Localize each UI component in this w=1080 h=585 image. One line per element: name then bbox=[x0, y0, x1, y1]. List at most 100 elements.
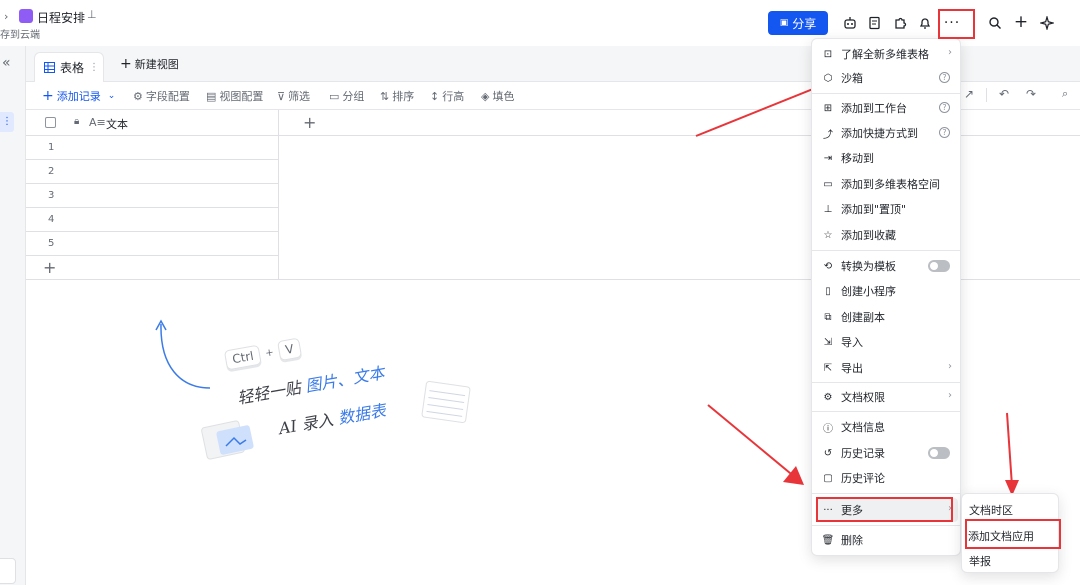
sort-button[interactable]: ⇅ 排序 bbox=[380, 88, 414, 104]
menu-divider bbox=[812, 382, 960, 383]
sort-icon: ⇅ bbox=[380, 89, 390, 103]
chevron-right-icon: › bbox=[948, 47, 952, 58]
plus-sign: + bbox=[264, 346, 275, 360]
menu-divider bbox=[812, 525, 960, 526]
new-view-button[interactable]: + 新建视图 bbox=[120, 56, 179, 72]
sort-label: 排序 bbox=[392, 90, 415, 103]
menu-item-doc-info[interactable]: ⓘ 文档信息 bbox=[816, 415, 958, 439]
bot-icon[interactable] bbox=[839, 12, 861, 34]
field-config-label: 字段配置 bbox=[145, 90, 190, 103]
tab-options-icon[interactable]: ⋮ bbox=[89, 62, 99, 73]
table-row[interactable]: 2 bbox=[26, 160, 278, 184]
save-status: 存到云端 bbox=[0, 30, 40, 41]
menu-item-favorite[interactable]: ☆ 添加到收藏 bbox=[816, 223, 958, 247]
add-column-icon[interactable]: + bbox=[303, 113, 316, 132]
menu-item-history-comments[interactable]: ▢ 历史评论 bbox=[816, 466, 958, 490]
history-icon: ↺ bbox=[823, 447, 833, 459]
row-height-label: 行高 bbox=[442, 90, 465, 103]
menu-item-label: 历史记录 bbox=[841, 447, 885, 460]
collapse-icon[interactable]: « bbox=[2, 55, 11, 71]
filter-button[interactable]: ⊽ 筛选 bbox=[277, 88, 310, 104]
row-height-icon: ↕ bbox=[430, 89, 440, 103]
share-label: 分享 bbox=[792, 16, 817, 31]
add-icon[interactable]: + bbox=[1010, 11, 1032, 33]
paste-shortcut-hint: Ctrl + V bbox=[223, 337, 303, 371]
share-view-icon[interactable]: ↗ bbox=[964, 87, 974, 101]
add-row-icon[interactable]: + bbox=[43, 258, 56, 277]
hint-line-2: AI 录入 数据表 bbox=[277, 397, 388, 439]
chevron-right-icon: › bbox=[948, 361, 952, 372]
table-search-icon[interactable]: ⌕ bbox=[1062, 87, 1068, 101]
menu-item-pin[interactable]: ⊥ 添加到"置顶" bbox=[816, 197, 958, 221]
fill-color-button[interactable]: ◈ 填色 bbox=[481, 88, 514, 104]
menu-item-label: 文档信息 bbox=[841, 421, 885, 434]
column-header-text[interactable]: 文本 bbox=[106, 116, 128, 132]
chevron-right-icon: › bbox=[948, 390, 952, 401]
menu-item-mini-program[interactable]: ▯ 创建小程序 bbox=[816, 279, 958, 303]
help-icon: ? bbox=[939, 102, 950, 113]
tab-table[interactable]: 表格 ⋮ bbox=[34, 52, 104, 82]
table-row[interactable]: 5 bbox=[26, 232, 278, 256]
menu-item-import[interactable]: ⇲ 导入 bbox=[816, 330, 958, 354]
menu-item-add-workspace[interactable]: ⊞ 添加到工作台? bbox=[816, 96, 958, 120]
table-handle-icon[interactable]: ⋮ bbox=[0, 112, 14, 132]
redo-icon[interactable]: ↷ bbox=[1026, 87, 1036, 101]
add-record-button[interactable]: + 添加记录 ⌄ bbox=[42, 88, 115, 104]
ai-sparkle-icon[interactable] bbox=[1036, 12, 1058, 34]
phone-icon: ▯ bbox=[825, 285, 831, 297]
menu-item-template[interactable]: ⟲ 转换为模板 bbox=[816, 254, 958, 278]
plugin-icon[interactable] bbox=[889, 12, 911, 34]
table-row[interactable]: 1 bbox=[26, 136, 278, 160]
group-button[interactable]: ▭ 分组 bbox=[329, 88, 364, 104]
row-number: 2 bbox=[48, 166, 55, 177]
menu-item-sandbox[interactable]: ⬡ 沙箱? bbox=[816, 66, 958, 90]
menu-item-delete[interactable]: 🗑︎ 删除 bbox=[816, 528, 958, 552]
add-record-label: 添加记录 bbox=[56, 90, 101, 103]
menu-item-history[interactable]: ↺ 历史记录 bbox=[816, 441, 958, 465]
menu-item-add-space[interactable]: ▭ 添加到多维表格空间 bbox=[816, 172, 958, 196]
hint-line-1-prefix: 轻轻一贴 bbox=[235, 377, 308, 408]
table-row[interactable]: 3 bbox=[26, 184, 278, 208]
menu-item-duplicate[interactable]: ⧉ 创建副本 bbox=[816, 305, 958, 329]
highlight-more-button bbox=[938, 9, 975, 39]
search-icon[interactable] bbox=[984, 12, 1006, 34]
menu-item-learn[interactable]: ⊡ 了解全新多维表格 › bbox=[816, 42, 958, 66]
template-toggle[interactable] bbox=[928, 260, 950, 272]
pin-icon: ⊥ bbox=[823, 203, 833, 215]
pin-icon[interactable]: ⊥ bbox=[87, 8, 97, 21]
table-row[interactable]: 4 bbox=[26, 208, 278, 232]
shortcut-icon: ⤴ bbox=[823, 129, 833, 141]
field-config-button[interactable]: ⚙ 字段配置 bbox=[133, 88, 190, 104]
menu-item-export[interactable]: ⇱ 导出 › bbox=[816, 356, 958, 380]
menu-item-label: 历史评论 bbox=[841, 472, 885, 485]
bell-icon[interactable] bbox=[914, 12, 936, 34]
more-menu: ⊡ 了解全新多维表格 › ⬡ 沙箱? ⊞ 添加到工作台? ⤴ 添加快捷方式到? ⇥ 移动到 … bbox=[811, 38, 961, 556]
chevron-right-icon[interactable]: › bbox=[4, 10, 8, 23]
history-toggle[interactable] bbox=[928, 447, 950, 459]
menu-item-shortcut[interactable]: ⤴ 添加快捷方式到? bbox=[816, 121, 958, 145]
info-icon: ⓘ bbox=[823, 423, 833, 435]
doc-title[interactable]: 日程安排 bbox=[37, 9, 85, 26]
menu-item-move[interactable]: ⇥ 移动到 bbox=[816, 146, 958, 170]
view-config-button[interactable]: ▤ 视图配置 bbox=[206, 88, 263, 104]
share-button[interactable]: ▣ 分享 bbox=[768, 11, 828, 35]
chevron-down-icon[interactable]: ⌄ bbox=[108, 91, 116, 101]
submenu-item-report[interactable]: 举报 bbox=[969, 553, 991, 569]
doc-info-icon[interactable] bbox=[864, 12, 886, 34]
group-icon: ▭ bbox=[329, 89, 340, 103]
submenu-item-timezone[interactable]: 文档时区 bbox=[969, 502, 1013, 518]
hint-line-2-highlight: 数据表 bbox=[336, 400, 388, 428]
menu-item-permissions[interactable]: ⚙ 文档权限 › bbox=[816, 385, 958, 409]
copy-icon: ⧉ bbox=[824, 311, 832, 323]
lock-icon: 🔒︎ bbox=[74, 116, 80, 127]
undo-icon[interactable]: ↶ bbox=[999, 87, 1009, 101]
help-icon: ? bbox=[939, 72, 950, 83]
row-number: 1 bbox=[48, 142, 55, 153]
row-height-button[interactable]: ↕ 行高 bbox=[430, 88, 464, 104]
row-number: 3 bbox=[48, 190, 55, 201]
select-all-checkbox[interactable] bbox=[45, 117, 56, 128]
plus-icon: + bbox=[120, 56, 132, 72]
trash-icon: 🗑︎ bbox=[821, 534, 835, 546]
hint-line-1-highlight: 图片、文本 bbox=[303, 363, 386, 396]
rail-bottom-button[interactable] bbox=[0, 558, 16, 584]
